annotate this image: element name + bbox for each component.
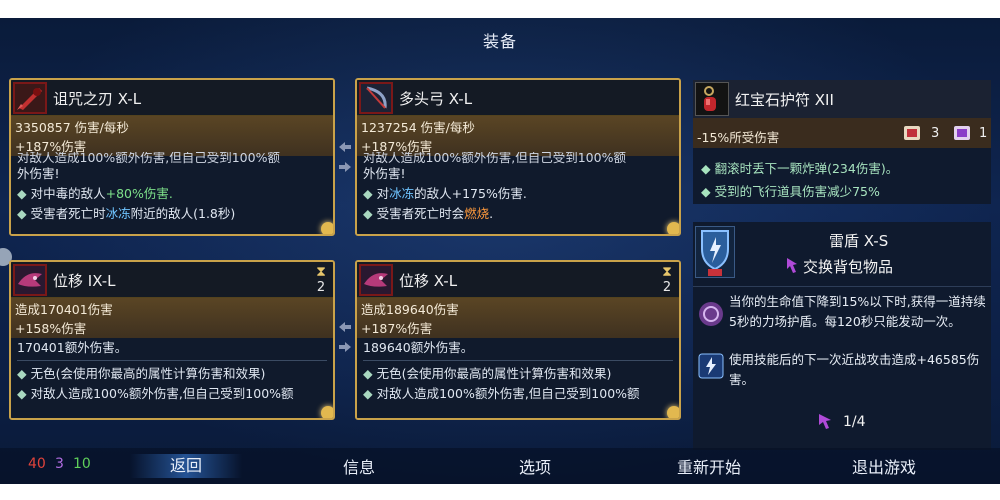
description-line: 189640额外伤害。 bbox=[363, 340, 474, 355]
bullet-line: ◆ 无色(会使用你最高的属性计算伤害和效果) bbox=[17, 366, 266, 381]
item-name: 诅咒之刃 X-L bbox=[53, 90, 142, 108]
green-resource-count: 10 bbox=[73, 456, 91, 472]
stat-block: 3350857 伤害/每秒 +187%伤害 bbox=[11, 116, 333, 156]
item-name: 多头弓 X-L bbox=[399, 90, 473, 108]
bottom-menu-bar: 40 3 10 返回 信息 选项 重新开始 退出游戏 bbox=[0, 448, 1000, 484]
corner-gem bbox=[667, 222, 679, 234]
skill-card-displacement-x[interactable]: 位移 X-L ⧗ 2 造成189640伤害 +187%伤害 189640额外伤害。… bbox=[355, 260, 681, 420]
card-header: 诅咒之刃 X-L bbox=[11, 80, 333, 116]
description: 对敌人造成100%额外伤害,但自己受到100%额 外伤害! ◆ 对中毒的敌人+8… bbox=[11, 152, 333, 234]
bullet-line: ◆ 对敌人造成100%额外伤害,但自己受到100%额 bbox=[363, 386, 640, 401]
bullet-line: ◆ 无色(会使用你最高的属性计算伤害和效果) bbox=[363, 366, 612, 381]
description-cut-line: 对敌人造成100%额外伤害,但自己受到100%额 bbox=[363, 152, 626, 164]
damage-value: 造成170401伤害 bbox=[15, 302, 113, 317]
displacement-icon bbox=[13, 264, 47, 296]
stat-block: 1237254 伤害/每秒 +187%伤害 bbox=[357, 116, 679, 156]
description: 170401额外伤害。 ◆ 无色(会使用你最高的属性计算伤害和效果) ◆ 对敌人… bbox=[11, 338, 333, 418]
amulet-effect-line: ◆ 受到的飞行道具伤害减少75% bbox=[701, 184, 880, 199]
item-name: 位移 X-L bbox=[399, 272, 458, 290]
amulet-stat-row: -15%所受伤害 3 1 bbox=[693, 118, 991, 148]
damage-reduction: -15%所受伤害 bbox=[697, 130, 780, 145]
description-cut-line: 对敌人造成100%额外伤害,但自己受到100%额 bbox=[17, 152, 280, 164]
item-name: 位移 IX-L bbox=[53, 272, 116, 290]
corner-gem bbox=[321, 406, 333, 418]
purple-scroll-icon bbox=[951, 122, 973, 144]
swap-backpack-icon[interactable] bbox=[785, 256, 799, 274]
ability-text: 使用技能后的下一次近战攻击造成+46585伤害。 bbox=[729, 352, 980, 387]
red-resource-count: 40 bbox=[28, 456, 46, 472]
multi-bow-icon bbox=[359, 82, 393, 114]
cooldown-timer: ⧗ 2 bbox=[316, 264, 326, 295]
thunder-shield-icon bbox=[695, 226, 735, 278]
shield-panel[interactable]: 雷盾 X-S 交换背包物品 当你的生命值下降到15%以下时,获得一道持续5秒的力… bbox=[693, 222, 991, 450]
bullet-line: ◆ 受害者死亡时会燃烧. bbox=[363, 206, 494, 221]
bullet-line: ◆ 对敌人造成100%额外伤害,但自己受到100%额 bbox=[17, 386, 294, 401]
divider bbox=[17, 360, 327, 361]
ability-text: 当你的生命值下降到15%以下时,获得一道持续5秒的力场护盾。每120秒只能发动一… bbox=[729, 294, 986, 329]
divider bbox=[693, 286, 991, 287]
equipment-screen: 装备 诅咒之刃 X-L 3350857 伤害/每秒 +187%伤害 对敌人造成1… bbox=[0, 18, 1000, 484]
amulet-panel[interactable]: 红宝石护符 XII -15%所受伤害 3 1 ◆ 翻滚时丢下一颗炸弹(234伤害… bbox=[693, 80, 991, 204]
swap-arrow-left-icon[interactable] bbox=[339, 322, 351, 332]
dps-value: 1237254 伤害/每秒 bbox=[361, 120, 475, 135]
amulet-effect-line: ◆ 翻滚时丢下一颗炸弹(234伤害)。 bbox=[701, 161, 899, 176]
bullet-line: ◆ 对冰冻的敌人+175%伤害. bbox=[363, 186, 527, 201]
swap-backpack-button[interactable]: 交换背包物品 bbox=[803, 256, 893, 277]
item-name: 雷盾 X-S bbox=[829, 232, 889, 250]
hourglass-icon: ⧗ bbox=[316, 264, 326, 280]
bullet-line: ◆ 对中毒的敌人+80%伤害. bbox=[17, 186, 173, 201]
melee-boost-icon bbox=[697, 352, 725, 380]
swap-arrow-left-icon[interactable] bbox=[339, 142, 351, 152]
charges-count: 1/4 bbox=[843, 414, 866, 430]
purple-scroll-count: 1 bbox=[979, 126, 988, 141]
screen-title: 装备 bbox=[482, 32, 517, 51]
hourglass-icon: ⧗ bbox=[662, 264, 672, 280]
options-button[interactable]: 选项 bbox=[519, 454, 551, 478]
card-header: 多头弓 X-L bbox=[357, 80, 679, 116]
description: 189640额外伤害。 ◆ 无色(会使用你最高的属性计算伤害和效果) ◆ 对敌人… bbox=[357, 338, 679, 418]
bullet-line: ◆ 受害者死亡时冰冻附近的敌人(1.8秒) bbox=[17, 206, 236, 221]
weapon-card-cursed-blade[interactable]: 诅咒之刃 X-L 3350857 伤害/每秒 +187%伤害 对敌人造成100%… bbox=[9, 78, 335, 236]
displacement-icon bbox=[359, 264, 393, 296]
description-line: 外伤害! bbox=[363, 166, 406, 181]
info-button[interactable]: 信息 bbox=[343, 454, 375, 478]
damage-bonus: +158%伤害 bbox=[15, 321, 87, 336]
cursed-blade-icon bbox=[13, 82, 47, 114]
stat-block: 造成189640伤害 +187%伤害 bbox=[357, 298, 679, 338]
restart-button[interactable]: 重新开始 bbox=[677, 454, 741, 478]
stat-block: 造成170401伤害 +158%伤害 bbox=[11, 298, 333, 338]
card-header: 位移 X-L ⧗ 2 bbox=[357, 262, 679, 298]
card-header: 位移 IX-L ⧗ 2 bbox=[11, 262, 333, 298]
skill-card-displacement-ix[interactable]: 位移 IX-L ⧗ 2 造成170401伤害 +158%伤害 170401额外伤害… bbox=[9, 260, 335, 420]
ruby-amulet-icon bbox=[695, 82, 729, 116]
damage-bonus: +187%伤害 bbox=[361, 321, 433, 336]
purple-resource-count: 3 bbox=[55, 456, 64, 472]
cooldown-timer: ⧗ 2 bbox=[662, 264, 672, 295]
corner-gem bbox=[321, 222, 333, 234]
dps-value: 3350857 伤害/每秒 bbox=[15, 120, 129, 135]
force-field-icon bbox=[697, 300, 725, 328]
corner-gem bbox=[667, 406, 679, 418]
red-scroll-count: 3 bbox=[931, 126, 940, 141]
weapon-card-multi-bow[interactable]: 多头弓 X-L 1237254 伤害/每秒 +187%伤害 对敌人造成100%额… bbox=[355, 78, 681, 236]
swap-arrow-right-icon[interactable] bbox=[339, 162, 351, 172]
red-scroll-icon bbox=[901, 122, 923, 144]
description-line: 外伤害! bbox=[17, 166, 60, 181]
divider bbox=[363, 360, 673, 361]
charges-icon bbox=[817, 412, 833, 430]
description-line: 170401额外伤害。 bbox=[17, 340, 128, 355]
amulet-header: 红宝石护符 XII bbox=[693, 80, 991, 118]
item-name: 红宝石护符 XII bbox=[735, 91, 834, 109]
quit-game-button[interactable]: 退出游戏 bbox=[852, 454, 916, 478]
damage-value: 造成189640伤害 bbox=[361, 302, 459, 317]
description: 对敌人造成100%额外伤害,但自己受到100%额 外伤害! ◆ 对冰冻的敌人+1… bbox=[357, 152, 679, 234]
swap-arrow-right-icon[interactable] bbox=[339, 342, 351, 352]
back-button[interactable]: 返回 bbox=[130, 454, 242, 478]
